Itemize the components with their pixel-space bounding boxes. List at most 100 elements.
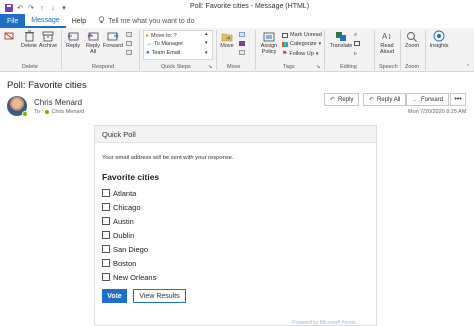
poll-option[interactable]: New Orleans — [102, 270, 156, 284]
follow-up-label: Follow Up — [289, 50, 314, 57]
option-checkbox[interactable] — [102, 231, 110, 239]
assign-policy-label: Assign Policy — [260, 43, 278, 55]
group-label-respond: Respond — [92, 64, 115, 70]
select-button[interactable]: ▹ — [354, 50, 357, 57]
ribbon-separator — [374, 30, 375, 70]
ignore-icon — [3, 30, 15, 42]
quick-step-to-manager[interactable]: → To Manager — [146, 41, 183, 47]
poll-option[interactable]: Boston — [102, 256, 156, 270]
more-respond-button[interactable] — [126, 50, 132, 55]
tags-dialog-launcher[interactable]: ↘ — [316, 64, 320, 70]
reply-all-button[interactable]: ↶ Reply All — [363, 93, 407, 106]
poll-option[interactable]: Atlanta — [102, 186, 156, 200]
mark-unread-label: Mark Unread — [290, 32, 322, 38]
read-aloud-icon: A — [381, 30, 393, 42]
onenote-button[interactable] — [239, 41, 245, 46]
follow-up-button[interactable]: ⚑ Follow Up ▾ — [282, 50, 318, 58]
tab-message[interactable]: Message — [25, 14, 66, 28]
quick-step-label: Team Email — [151, 50, 181, 56]
tab-help[interactable]: Help — [66, 14, 92, 28]
poll-option[interactable]: Austin — [102, 214, 156, 228]
forward-button[interactable]: Forward — [103, 30, 123, 49]
assign-policy-button[interactable]: Assign Policy — [258, 30, 280, 55]
forward-label: Forward — [421, 96, 444, 103]
recipient-line: To: Chris Menard — [34, 109, 84, 115]
option-label: Boston — [113, 258, 137, 268]
actions-button[interactable] — [239, 50, 245, 55]
zoom-icon — [406, 30, 418, 42]
flag-icon: ⚑ — [282, 51, 288, 57]
ribbon-separator — [139, 30, 140, 70]
quick-steps-dialog-launcher[interactable]: ↘ — [208, 64, 212, 70]
insights-button[interactable]: Insights — [428, 30, 450, 49]
mark-unread-button[interactable]: Mark Unread — [282, 32, 322, 38]
message-subject: Poll: Favorite cities — [7, 80, 87, 91]
option-checkbox[interactable] — [102, 217, 110, 225]
save-icon[interactable] — [5, 4, 13, 12]
tab-file[interactable]: File — [0, 14, 26, 28]
poll-notice: Your email address will be sent with you… — [102, 155, 234, 161]
option-label: Austin — [113, 216, 134, 226]
recipient-name[interactable]: Chris Menard — [51, 109, 84, 115]
search-icon: ⌕ — [354, 32, 358, 38]
ignore-button[interactable] — [2, 30, 16, 43]
poll-option[interactable]: San Diego — [102, 242, 156, 256]
window-title: Poll: Favorite cities - Message (HTML) — [190, 3, 310, 10]
quick-poll-card: Quick Poll Your email address will be se… — [94, 125, 377, 326]
down-arrow-icon[interactable]: ↓ — [49, 4, 57, 12]
option-checkbox[interactable] — [102, 203, 110, 211]
zoom-button[interactable]: Zoom — [403, 30, 421, 49]
im-reply-button[interactable] — [126, 41, 132, 46]
option-checkbox[interactable] — [102, 189, 110, 197]
vote-button[interactable]: Vote — [102, 289, 127, 303]
policy-icon — [263, 30, 275, 42]
powered-by-link[interactable]: Powered by Microsoft Forms — [292, 320, 356, 326]
onenote-icon — [239, 41, 245, 46]
undo-icon[interactable]: ↶ — [16, 4, 24, 12]
ribbon-separator — [400, 30, 401, 70]
archive-button[interactable]: Archive — [39, 30, 57, 49]
meeting-reply-button[interactable] — [126, 32, 132, 37]
option-checkbox[interactable] — [102, 273, 110, 281]
actions-icon — [239, 50, 245, 55]
quick-step-label: Move to: ? — [151, 32, 177, 39]
quick-steps-scroll-down[interactable]: ▾ — [205, 40, 208, 46]
group-label-zoom: Zoom — [405, 64, 420, 70]
arrow-right-icon: → — [146, 41, 152, 47]
delete-button[interactable]: Delete — [21, 30, 37, 49]
reply-all-arrow-icon: ↶ — [369, 97, 375, 103]
option-label: Dublin — [113, 230, 135, 240]
read-aloud-button[interactable]: A Read Aloud — [377, 30, 397, 56]
poll-option[interactable]: Dublin — [102, 228, 156, 242]
poll-option[interactable]: Chicago — [102, 200, 156, 214]
option-checkbox[interactable] — [102, 259, 110, 267]
translate-button[interactable]: Translate — [330, 30, 352, 49]
quick-step-move-to[interactable]: ▸ Move to: ? — [146, 32, 177, 40]
reply-all-button[interactable]: Reply All — [84, 30, 102, 55]
quick-steps-scroll-up[interactable]: ▴ — [205, 31, 208, 37]
customize-toolbar-icon[interactable]: ▾ — [60, 4, 68, 12]
related-button[interactable] — [354, 41, 360, 46]
view-results-button[interactable]: View Results — [133, 289, 186, 303]
reply-button[interactable]: ↶ Reply — [324, 93, 360, 106]
related-icon — [354, 41, 360, 46]
rules-button[interactable] — [239, 32, 245, 37]
redo-icon[interactable]: ↷ — [27, 4, 35, 12]
quick-steps-expand[interactable]: ▾ — [205, 50, 208, 56]
im-icon — [126, 41, 132, 46]
find-button[interactable]: ⌕ — [354, 32, 357, 39]
ribbon-separator — [61, 30, 62, 70]
option-label: Chicago — [113, 202, 141, 212]
more-actions-button[interactable]: ••• — [450, 93, 466, 106]
categorize-button[interactable]: Categorize ▾ — [282, 41, 321, 47]
reply-button[interactable]: Reply — [64, 30, 82, 49]
tell-me-search[interactable]: Tell me what you want to do — [98, 16, 194, 26]
sender-name[interactable]: Chris Menard — [34, 98, 82, 107]
move-button[interactable]: Move — [219, 30, 235, 49]
option-checkbox[interactable] — [102, 245, 110, 253]
quick-step-team-email[interactable]: ● Team Email — [146, 50, 180, 56]
forward-button[interactable]: → Forward — [406, 93, 450, 106]
poll-title: Favorite cities — [102, 172, 160, 182]
up-arrow-icon[interactable]: ↑ — [38, 4, 46, 12]
collapse-ribbon-icon[interactable]: ⌃ — [466, 64, 470, 70]
